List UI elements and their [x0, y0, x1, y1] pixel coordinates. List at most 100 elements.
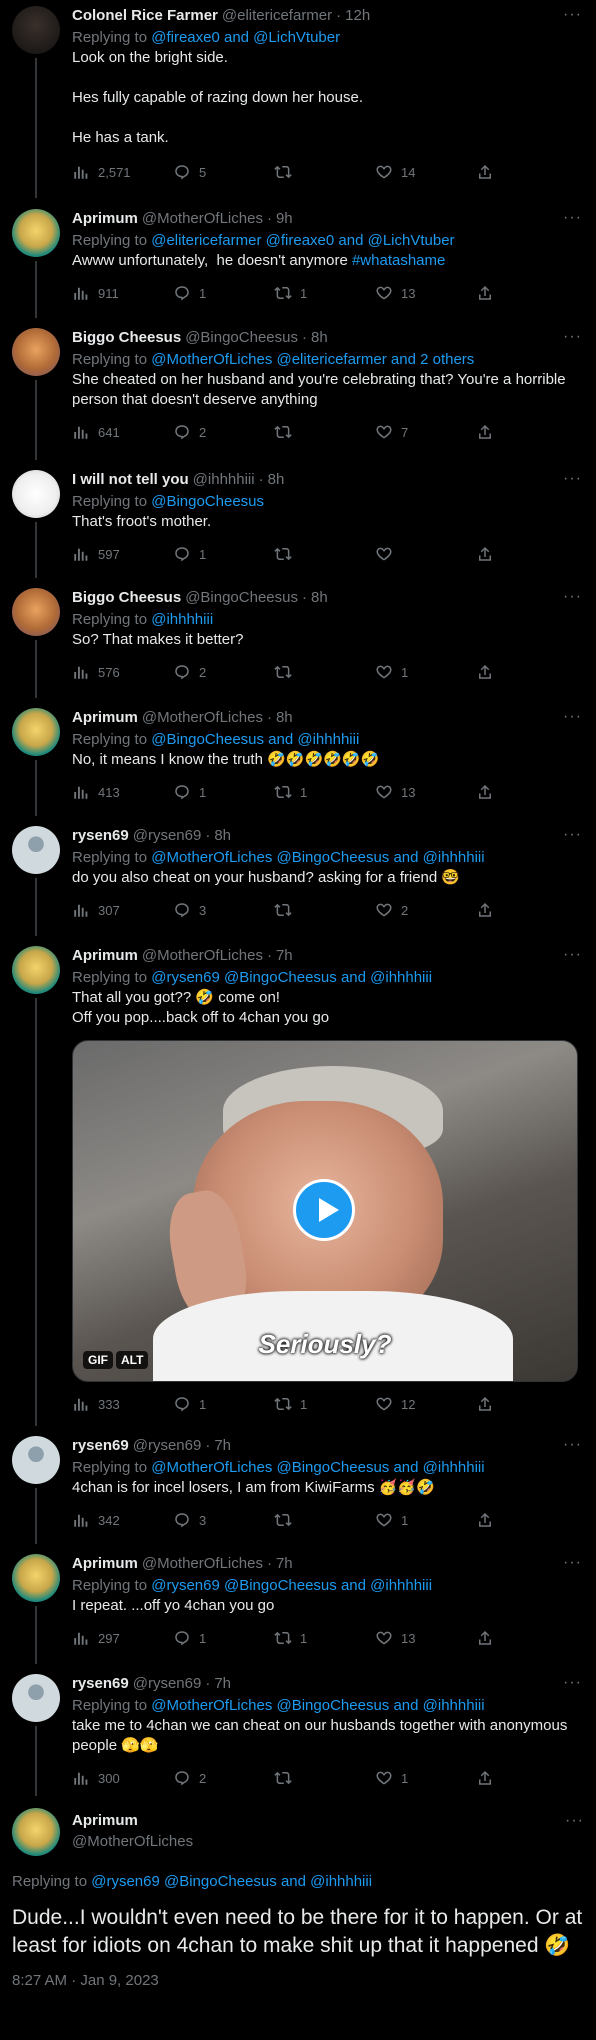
views-button[interactable]: 2,571 [72, 163, 132, 181]
author-name[interactable]: Aprimum [72, 209, 138, 229]
like-button[interactable]: 14 [375, 163, 435, 181]
avatar[interactable] [12, 1436, 60, 1484]
author-name[interactable]: Colonel Rice Farmer [72, 6, 218, 26]
share-button[interactable] [476, 1395, 496, 1413]
like-button[interactable]: 7 [375, 423, 435, 441]
avatar[interactable] [12, 1674, 60, 1722]
author-handle[interactable]: @BingoCheesus [185, 328, 298, 348]
views-button[interactable]: 576 [72, 663, 132, 681]
avatar[interactable] [12, 1554, 60, 1602]
views-button[interactable]: 641 [72, 423, 132, 441]
reply-button[interactable]: 1 [173, 1629, 233, 1647]
share-button[interactable] [476, 663, 496, 681]
author-handle[interactable]: @rysen69 [133, 1674, 202, 1694]
author-name[interactable]: rysen69 [72, 1436, 129, 1456]
author-handle[interactable]: @MotherOfLiches [142, 1554, 263, 1574]
reply-button[interactable]: 3 [173, 1511, 233, 1529]
author-handle[interactable]: @BingoCheesus [185, 588, 298, 608]
reply-button[interactable]: 2 [173, 663, 233, 681]
more-icon[interactable]: ··· [563, 1554, 582, 1572]
author-name[interactable]: rysen69 [72, 1674, 129, 1694]
tweet[interactable]: Aprimum @MotherOfLiches · 8h ··· Replying to … [0, 702, 596, 816]
author-handle[interactable]: @MotherOfLiches [142, 946, 263, 966]
reply-to-link[interactable]: @BingoCheesus and @ihhhhiii [151, 731, 359, 748]
retweet-button[interactable] [274, 163, 334, 181]
play-icon[interactable] [293, 1179, 355, 1241]
share-button[interactable] [476, 1511, 496, 1529]
reply-button[interactable]: 5 [173, 163, 233, 181]
reply-button[interactable]: 1 [173, 284, 233, 302]
retweet-button[interactable] [274, 663, 334, 681]
reply-button[interactable]: 2 [173, 423, 233, 441]
author-handle[interactable]: @ihhhhiii [193, 470, 255, 490]
retweet-button[interactable] [274, 1769, 334, 1787]
more-icon[interactable]: ··· [563, 1436, 582, 1454]
author-handle[interactable]: @MotherOfLiches [142, 708, 263, 728]
alt-badge[interactable]: ALT [116, 1351, 149, 1369]
like-button[interactable]: 1 [375, 663, 435, 681]
views-button[interactable]: 297 [72, 1629, 132, 1647]
more-icon[interactable]: ··· [563, 708, 582, 726]
retweet-button[interactable] [274, 545, 334, 563]
more-icon[interactable]: ··· [563, 946, 582, 964]
more-icon[interactable]: ··· [563, 6, 582, 24]
views-button[interactable]: 413 [72, 783, 132, 801]
reply-to-link[interactable]: @MotherOfLiches @BingoCheesus and @ihhhh… [151, 1459, 484, 1476]
avatar[interactable] [12, 209, 60, 257]
author-handle[interactable]: @MotherOfLiches [142, 209, 263, 229]
share-button[interactable] [476, 1629, 496, 1647]
share-button[interactable] [476, 423, 496, 441]
avatar[interactable] [12, 328, 60, 376]
retweet-button[interactable]: 1 [274, 1629, 334, 1647]
reply-to-link[interactable]: @ihhhhiii [151, 611, 213, 628]
author-name[interactable]: I will not tell you [72, 470, 189, 490]
tweet[interactable]: Aprimum @MotherOfLiches · 7h ··· Replying to … [0, 940, 596, 1426]
tweet[interactable]: rysen69 @rysen69 · 7h ··· Replying to @Mother… [0, 1668, 596, 1796]
tweet[interactable]: Aprimum @MotherOfLiches · 9h ··· Replying to … [0, 203, 596, 318]
gif-media[interactable]: Seriously? GIF ALT [72, 1040, 578, 1382]
avatar[interactable] [12, 946, 60, 994]
timestamp[interactable]: 8h [214, 826, 231, 846]
like-button[interactable] [375, 545, 435, 563]
views-button[interactable]: 342 [72, 1511, 132, 1529]
like-button[interactable]: 12 [375, 1395, 435, 1413]
author-handle[interactable]: @rysen69 [133, 826, 202, 846]
author-name[interactable]: Aprimum [72, 1806, 584, 1832]
timestamp[interactable]: 8h [311, 328, 328, 348]
more-icon[interactable]: ··· [563, 826, 582, 844]
reply-to-link[interactable]: @rysen69 @BingoCheesus and @ihhhhiii [151, 1577, 432, 1594]
retweet-button[interactable]: 1 [274, 284, 334, 302]
avatar[interactable] [12, 826, 60, 874]
timestamp[interactable]: 7h [276, 946, 293, 966]
views-button[interactable]: 300 [72, 1769, 132, 1787]
author-handle[interactable]: @elitericefarmer [222, 6, 332, 26]
reply-to-link[interactable]: @BingoCheesus [151, 493, 264, 510]
author-name[interactable]: rysen69 [72, 826, 129, 846]
share-button[interactable] [476, 783, 496, 801]
author-name[interactable]: Aprimum [72, 708, 138, 728]
tweet[interactable]: rysen69 @rysen69 · 7h ··· Replying to @Mother… [0, 1430, 596, 1544]
reply-button[interactable]: 3 [173, 901, 233, 919]
more-icon[interactable]: ··· [563, 209, 582, 227]
reply-button[interactable]: 1 [173, 1395, 233, 1413]
reply-button[interactable]: 2 [173, 1769, 233, 1787]
avatar[interactable] [12, 1808, 60, 1856]
timestamp[interactable]: 8h [276, 708, 293, 728]
reply-button[interactable]: 1 [173, 545, 233, 563]
timestamp[interactable]: 7h [214, 1674, 231, 1694]
retweet-button[interactable] [274, 901, 334, 919]
avatar[interactable] [12, 470, 60, 518]
like-button[interactable]: 13 [375, 783, 435, 801]
timestamp[interactable]: 8h [311, 588, 328, 608]
share-button[interactable] [476, 284, 496, 302]
avatar[interactable] [12, 588, 60, 636]
views-button[interactable]: 307 [72, 901, 132, 919]
tweet[interactable]: Biggo Cheesus @BingoCheesus · 8h ··· Replying… [0, 322, 596, 460]
author-name[interactable]: Biggo Cheesus [72, 588, 181, 608]
timestamp[interactable]: 7h [276, 1554, 293, 1574]
reply-to-link[interactable]: @rysen69 @BingoCheesus and @ihhhhiii [151, 969, 432, 986]
like-button[interactable]: 1 [375, 1511, 435, 1529]
author-name[interactable]: Aprimum [72, 1554, 138, 1574]
reply-to-link[interactable]: @elitericefarmer @fireaxe0 and @LichVtub… [151, 232, 454, 249]
author-name[interactable]: Biggo Cheesus [72, 328, 181, 348]
